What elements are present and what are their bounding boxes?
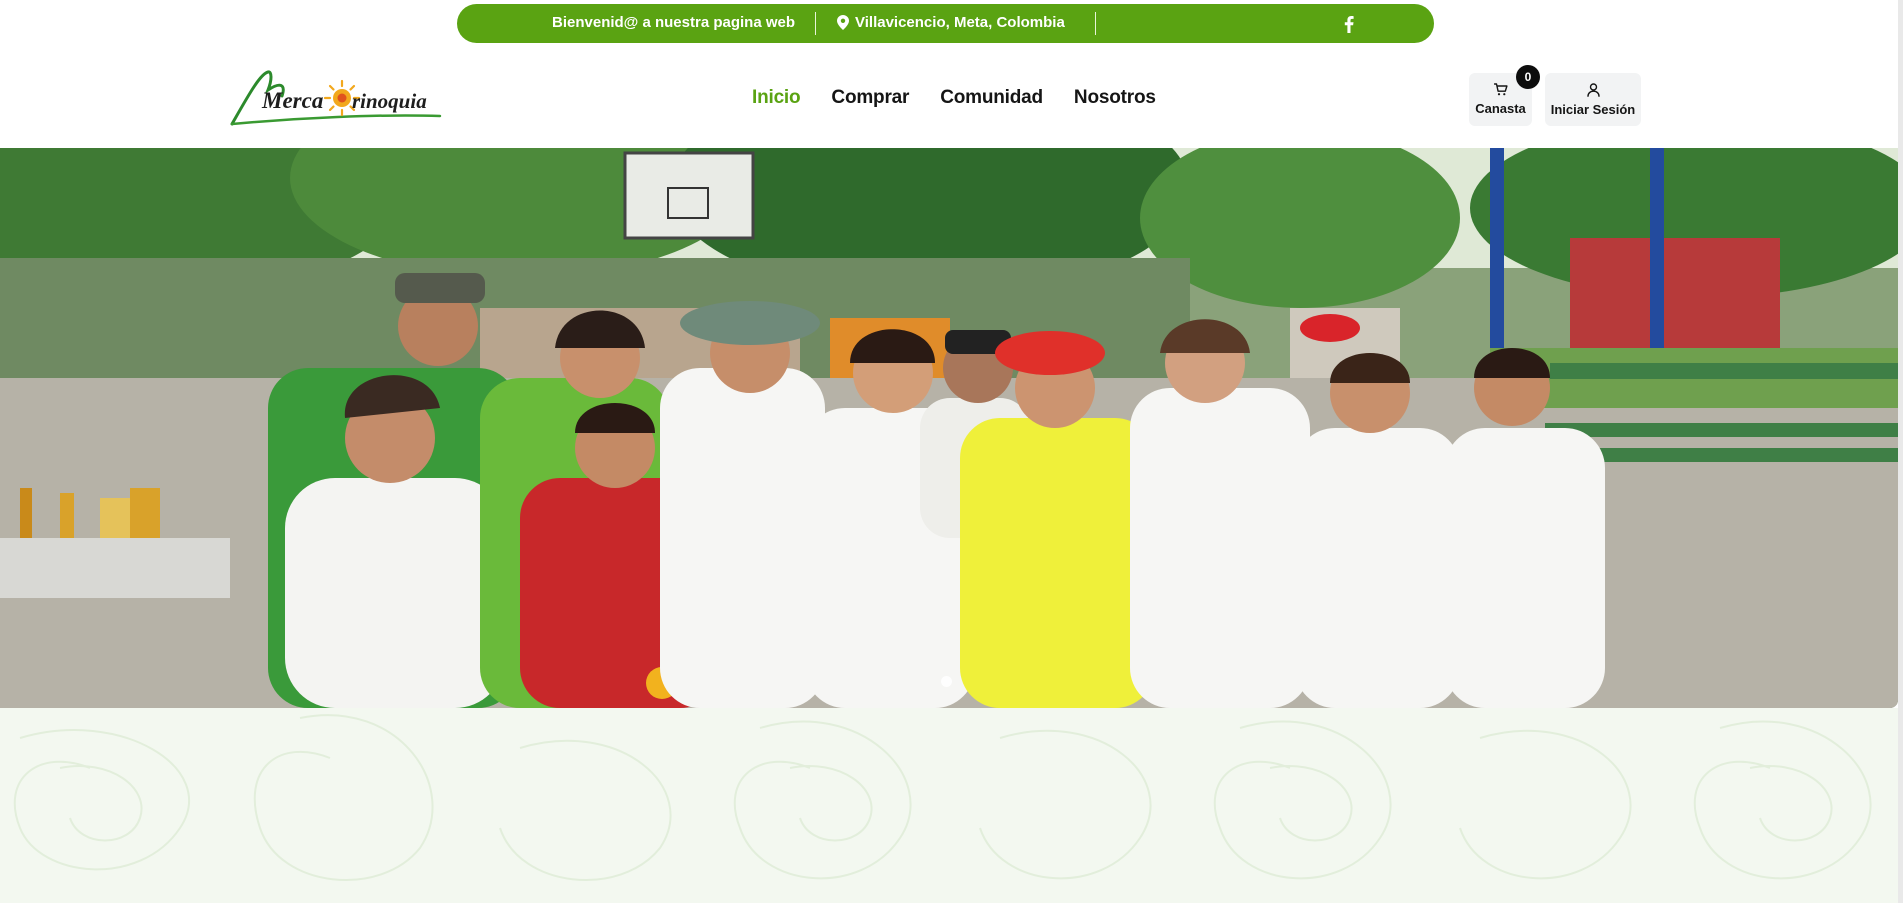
cart-icon <box>1493 83 1508 96</box>
hero-photo <box>0 148 1898 708</box>
main-nav: Inicio Comprar Comunidad Nosotros <box>752 87 1187 109</box>
location: Villavicencio, Meta, Colombia <box>837 14 1065 31</box>
welcome-text: Bienvenid@ a nuestra pagina web <box>552 14 796 31</box>
nav-inicio[interactable]: Inicio <box>752 87 801 109</box>
content-section-background <box>0 708 1903 903</box>
logo-text-merca: Merca <box>261 88 323 113</box>
nav-comunidad[interactable]: Comunidad <box>940 87 1043 109</box>
vertical-scrollbar[interactable] <box>1898 0 1903 903</box>
divider <box>1095 12 1096 35</box>
carousel-dot-1[interactable] <box>941 676 952 687</box>
logo-text-rinoquia: rinoquia <box>352 89 427 113</box>
map-pin-icon <box>837 15 849 30</box>
login-label: Iniciar Sesión <box>1550 101 1636 117</box>
location-text: Villavicencio, Meta, Colombia <box>855 14 1065 31</box>
cart-count-badge: 0 <box>1516 65 1540 89</box>
top-announcement-bar: Bienvenid@ a nuestra pagina web Villavic… <box>457 4 1434 43</box>
user-icon <box>1586 82 1600 97</box>
topographic-pattern <box>13 714 1872 882</box>
hero-carousel[interactable] <box>0 148 1898 708</box>
merca-orinoquia-logo[interactable]: Merca rinoquia <box>228 66 444 128</box>
nav-comprar[interactable]: Comprar <box>831 87 909 109</box>
divider <box>815 12 816 35</box>
cart-label: Canasta <box>1475 101 1526 116</box>
login-button[interactable]: Iniciar Sesión <box>1545 73 1641 126</box>
facebook-icon[interactable] <box>1339 13 1359 35</box>
nav-nosotros[interactable]: Nosotros <box>1074 87 1156 109</box>
